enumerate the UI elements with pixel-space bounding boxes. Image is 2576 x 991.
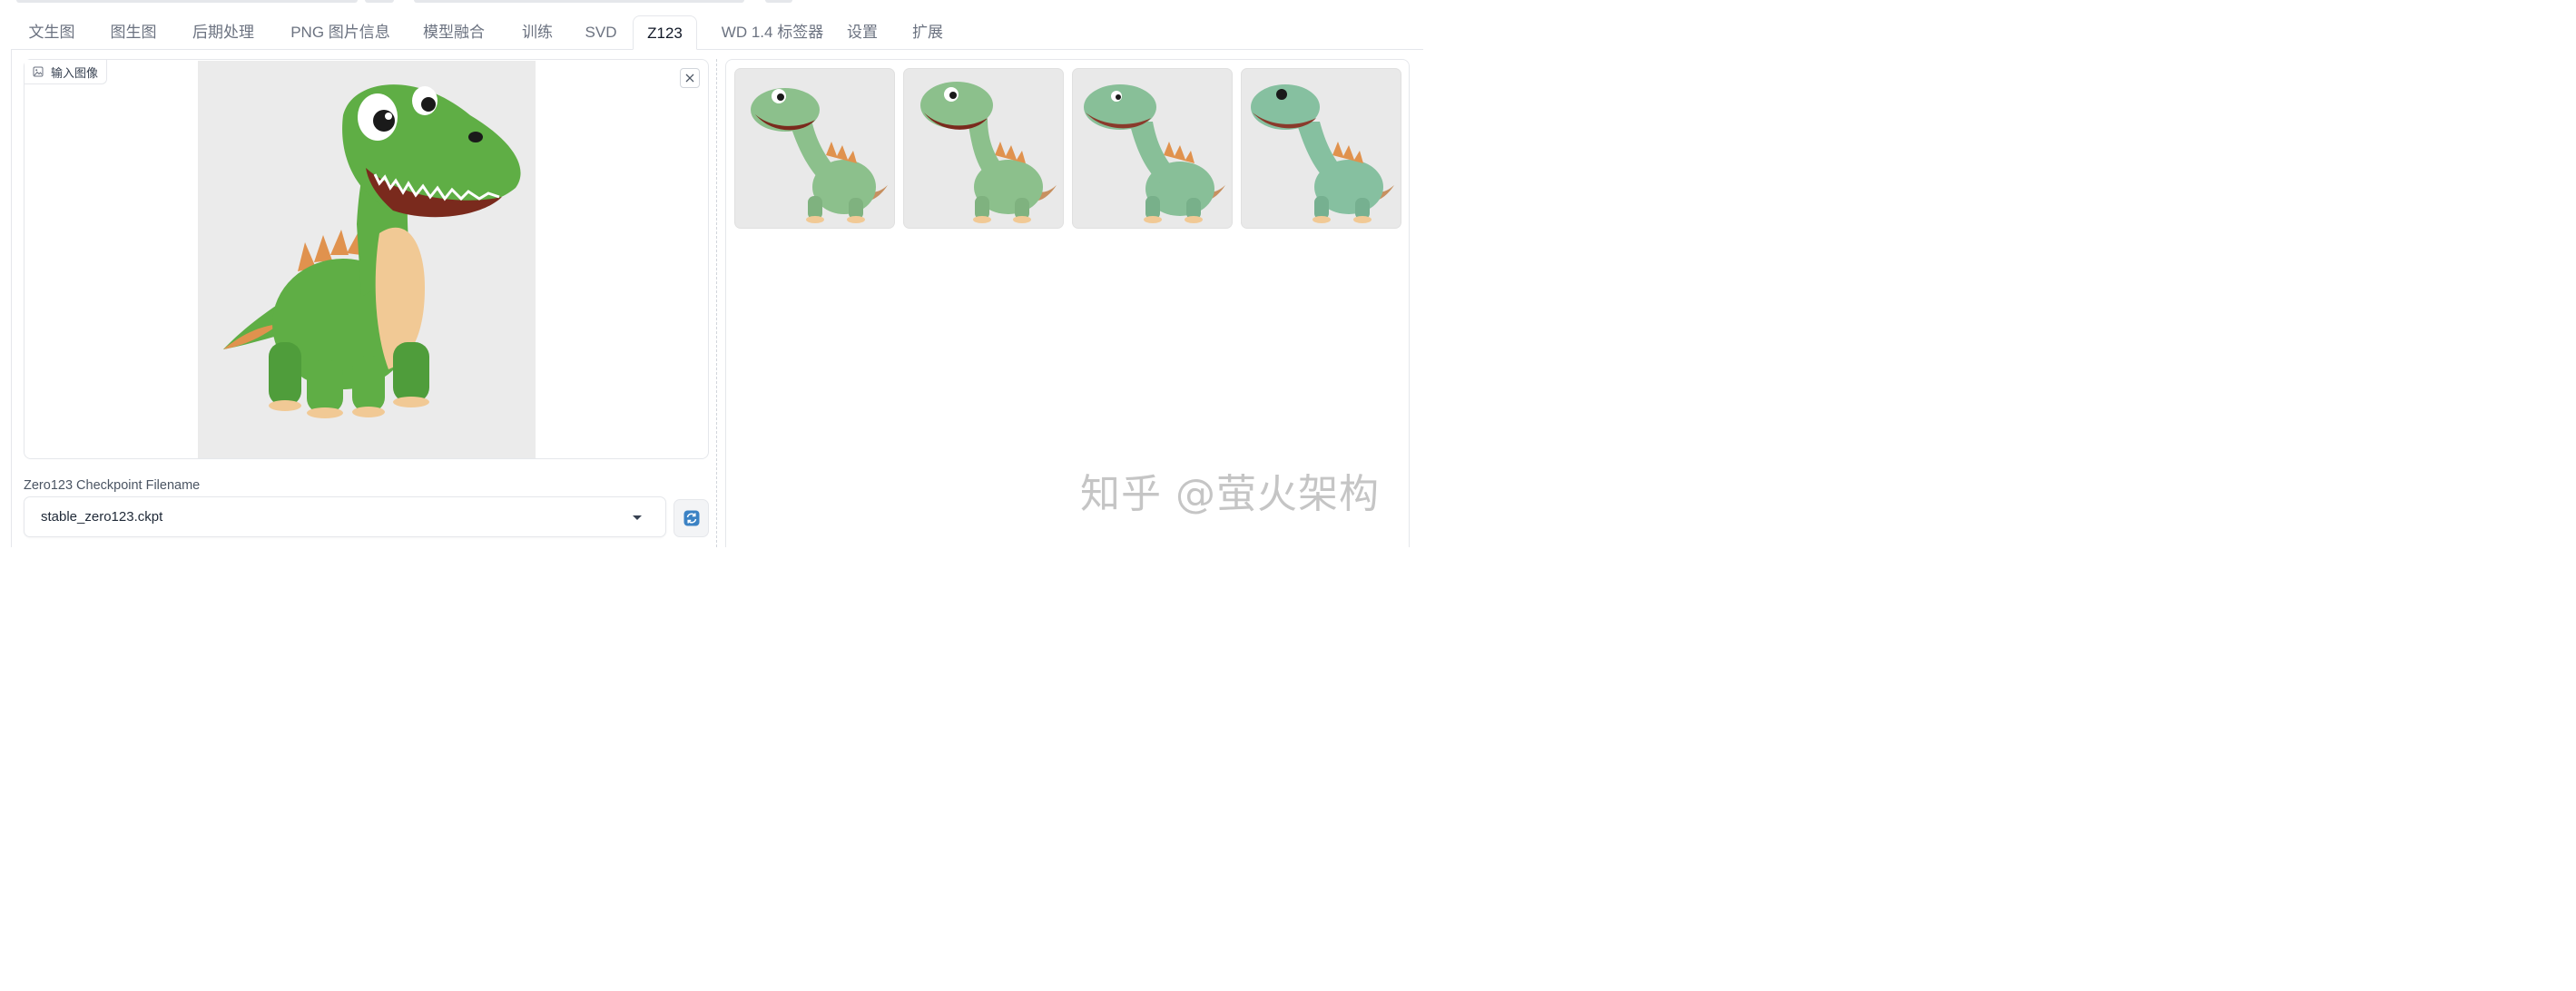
image-icon [33,66,44,77]
tab-svd[interactable]: SVD [577,15,624,49]
input-image-label-text: 输入图像 [51,65,99,80]
tab-png-info[interactable]: PNG 图片信息 [280,15,401,49]
gallery-thumbnail-3[interactable] [1072,68,1233,229]
checkpoint-select[interactable]: stable_zero123.ckpt [24,496,666,537]
dinosaur-image [223,84,521,418]
refresh-checkpoint-button[interactable] [673,499,709,537]
tab-bar: 文生图 图生图 后期处理 PNG 图片信息 模型融合 训练 SVD Z123 W… [11,15,1423,50]
close-icon [685,74,694,83]
tab-extensions[interactable]: 扩展 [904,15,951,49]
gallery-thumbnail-1[interactable] [734,68,895,229]
input-image [198,61,536,458]
input-image-dropzone[interactable] [24,59,709,459]
clear-image-button[interactable] [680,68,700,88]
top-fragment [365,0,394,3]
dinosaur-thumbnail [1251,84,1394,223]
tab-wd14-tagger[interactable]: WD 1.4 标签器 [708,15,837,49]
tab-merge[interactable]: 模型融合 [412,15,496,49]
top-strip [0,0,1423,5]
tab-img2img[interactable]: 图生图 [100,15,167,49]
watermark: 知乎 @萤火架构 [1080,471,1380,517]
tab-extras[interactable]: 后期处理 [182,15,265,49]
top-fragment [16,0,358,3]
checkpoint-select-value: stable_zero123.ckpt [41,509,163,525]
input-image-label: 输入图像 [25,60,108,84]
chevron-down-icon [633,515,642,520]
tab-settings[interactable]: 设置 [839,15,886,49]
gallery-thumbnail-2[interactable] [903,68,1064,229]
gallery-thumbnail-4[interactable] [1241,68,1401,229]
top-fragment [765,0,792,3]
dinosaur-thumbnail [1084,84,1225,223]
tab-z123[interactable]: Z123 [633,15,697,50]
checkpoint-label: Zero123 Checkpoint Filename [24,478,201,493]
refresh-icon [683,510,699,526]
tab-txt2img[interactable]: 文生图 [18,15,85,49]
dinosaur-thumbnail [920,82,1057,223]
panel-divider [716,59,717,547]
tab-train[interactable]: 训练 [512,15,563,49]
dinosaur-thumbnail [751,88,888,223]
top-fragment [414,0,744,3]
